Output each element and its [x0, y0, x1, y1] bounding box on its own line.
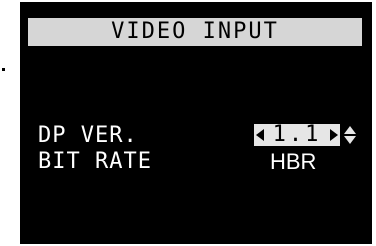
dp-version-value: 1.1 — [272, 122, 322, 147]
bit-rate-value: HBR — [270, 149, 317, 174]
menu-title: VIDEO INPUT — [111, 19, 279, 44]
up-arrow-icon[interactable] — [344, 126, 356, 134]
down-arrow-icon[interactable] — [344, 136, 356, 144]
osd-panel: VIDEO INPUT DP VER. 1.1 BIT RATE HBR — [20, 2, 372, 244]
up-down-icon[interactable] — [343, 124, 357, 146]
title-bar: VIDEO INPUT — [28, 18, 362, 46]
bullet-dot — [2, 68, 5, 71]
dp-version-label: DP VER. — [38, 123, 138, 148]
page: VIDEO INPUT DP VER. 1.1 BIT RATE HBR — [0, 0, 376, 246]
arrow-left-icon[interactable] — [256, 129, 264, 141]
bit-rate-label: BIT RATE — [38, 149, 152, 174]
dp-version-selector[interactable]: 1.1 — [254, 124, 340, 146]
arrow-right-icon[interactable] — [330, 129, 338, 141]
